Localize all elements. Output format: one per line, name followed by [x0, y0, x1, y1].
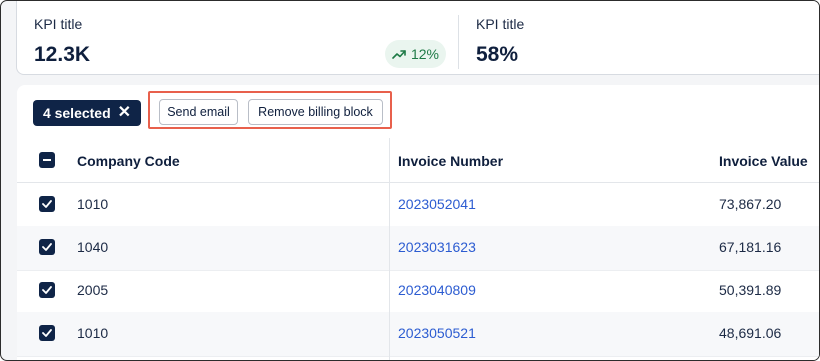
- selection-count: 4 selected: [42, 105, 111, 121]
- table-header: Company Code Invoice Number Invoice Valu…: [17, 138, 819, 183]
- kpi-value: 58%: [476, 43, 519, 66]
- trend-badge: 12%: [385, 40, 446, 68]
- row-checkbox[interactable]: [39, 282, 55, 298]
- kpi-value: 12.3K: [34, 43, 91, 66]
- column-header-company-code[interactable]: Company Code: [77, 153, 180, 169]
- check-icon: [42, 329, 52, 337]
- invoice-number-link[interactable]: 2023052041: [398, 196, 476, 212]
- invoice-table-panel: 4 selected ✕ Send email Remove billing b…: [17, 85, 819, 360]
- invoice-value-cell: 50,391.89: [719, 282, 782, 298]
- column-header-invoice-value[interactable]: Invoice Value: [719, 153, 808, 169]
- check-icon: [42, 286, 52, 294]
- check-icon: [42, 243, 52, 251]
- invoice-number-link[interactable]: 2023050521: [398, 325, 476, 341]
- invoice-number-link[interactable]: 2023040809: [398, 282, 476, 298]
- check-icon: [42, 200, 52, 208]
- invoice-value-cell: 67,181.16: [719, 239, 782, 255]
- table-row[interactable]: 1040 2023031623 67,181.16: [17, 226, 819, 271]
- company-code-cell: 1010: [77, 196, 109, 212]
- table-row[interactable]: 1010 2023052041 73,867.20: [17, 183, 819, 228]
- kpi-divider: [458, 15, 459, 69]
- selection-chip[interactable]: 4 selected ✕: [33, 100, 141, 126]
- invoice-value-cell: 48,691.06: [719, 325, 782, 341]
- company-code-cell: 2005: [77, 282, 109, 298]
- company-code-cell: 1040: [77, 239, 109, 255]
- table-row[interactable]: 1010 2023050521 48,691.06: [17, 312, 819, 357]
- table-row[interactable]: 2005 2023040809 50,391.89: [17, 269, 819, 314]
- column-header-invoice-number[interactable]: Invoice Number: [398, 153, 503, 169]
- column-divider: [389, 138, 390, 360]
- remove-billing-block-button[interactable]: Remove billing block: [248, 99, 383, 125]
- close-icon[interactable]: ✕: [118, 105, 131, 121]
- indeterminate-icon: [43, 159, 51, 161]
- row-checkbox[interactable]: [39, 196, 55, 212]
- row-checkbox[interactable]: [39, 325, 55, 341]
- invoice-number-link[interactable]: 2023031623: [398, 239, 476, 255]
- trend-up-icon: [392, 48, 406, 60]
- trend-value: 12%: [410, 46, 440, 62]
- row-checkbox[interactable]: [39, 239, 55, 255]
- send-email-button[interactable]: Send email: [159, 99, 238, 125]
- kpi-title: KPI title: [34, 16, 83, 32]
- select-all-checkbox[interactable]: [39, 152, 55, 168]
- app-frame: KPI title 12.3K 12% KPI title 58% 4 sele…: [0, 0, 820, 361]
- company-code-cell: 1010: [77, 325, 109, 341]
- kpi-card: KPI title 12.3K 12% KPI title 58%: [16, 1, 819, 75]
- kpi-title: KPI title: [476, 16, 525, 32]
- invoice-value-cell: 73,867.20: [719, 196, 782, 212]
